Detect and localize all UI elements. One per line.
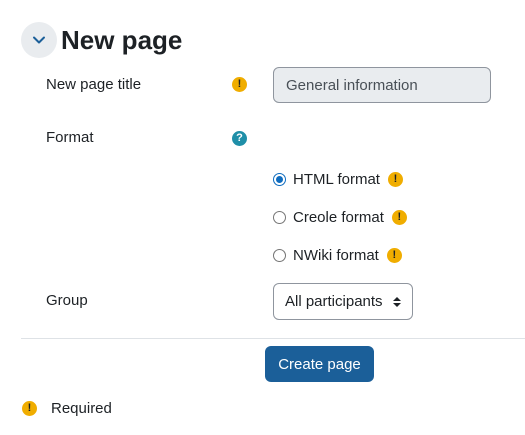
group-select-value: All participants [285,293,383,310]
page-title-label: New page title [46,76,142,93]
required-icon: ! [387,172,403,187]
create-page-button[interactable]: Create page [265,346,374,382]
format-option-nwiki[interactable]: NWiki format ! [273,247,402,264]
group-label: Group [46,292,88,309]
format-option-creole[interactable]: Creole format ! [273,209,407,226]
nwiki-format-label: NWiki format [293,247,379,264]
required-icon: ! [391,210,407,225]
section-header: New page [21,22,182,58]
group-select[interactable]: All participants [273,283,413,320]
format-label: Format [46,129,94,146]
sort-arrows-icon [393,296,401,307]
section-title: New page [61,25,183,55]
required-icon: ! [22,401,37,416]
format-option-html[interactable]: HTML format ! [273,171,403,188]
creole-format-label: Creole format [293,209,384,226]
required-legend-label: Required [51,400,112,417]
nwiki-format-radio[interactable] [273,249,286,262]
chevron-down-icon [33,36,45,44]
html-format-label: HTML format [293,171,380,188]
question-circle-icon[interactable]: ? [232,131,247,146]
html-format-radio[interactable] [273,173,286,186]
creole-format-radio[interactable] [273,211,286,224]
page-title-input[interactable] [273,67,491,103]
collapse-section-button[interactable] [21,22,57,58]
page-root: New page New page title ! Format ? HTML … [0,0,525,435]
required-icon: ! [232,77,247,92]
form-divider [21,338,525,339]
required-icon: ! [386,248,402,263]
